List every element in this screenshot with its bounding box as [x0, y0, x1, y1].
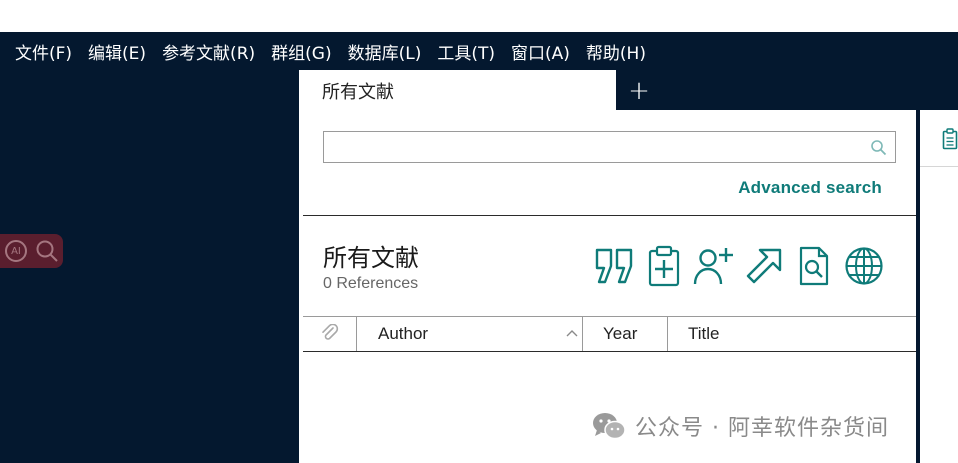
watermark: 公众号 · 阿幸软件杂货间: [591, 410, 889, 442]
search-icon[interactable]: [870, 139, 887, 156]
share-arrow-icon: [746, 248, 782, 284]
library-title: 所有文献: [323, 244, 419, 272]
menu-edit[interactable]: 编辑(E): [80, 39, 154, 64]
menu-references[interactable]: 参考文献(R): [154, 39, 263, 64]
column-title-label: Title: [688, 324, 720, 343]
ai-search-button[interactable]: AI: [0, 234, 63, 268]
share-library-button[interactable]: [692, 244, 736, 288]
column-author-label: Author: [378, 324, 429, 343]
new-reference-button[interactable]: [642, 244, 686, 288]
left-pane: AI: [0, 70, 299, 463]
column-year-label: Year: [603, 324, 638, 343]
insert-citation-button[interactable]: [592, 244, 636, 288]
reference-toolbar: [592, 244, 892, 288]
find-fulltext-button[interactable]: [792, 244, 836, 288]
wechat-icon: [593, 413, 626, 440]
menu-help[interactable]: 帮助(H): [578, 39, 654, 64]
online-search-button[interactable]: [842, 244, 886, 288]
paperclip-icon: [321, 324, 338, 340]
tab-strip: 所有文献 +: [299, 70, 958, 111]
tab-label: 所有文献: [322, 81, 394, 103]
search-icon: [36, 240, 58, 262]
menu-window[interactable]: 窗口(A): [503, 39, 578, 64]
globe-icon: [845, 247, 883, 285]
column-title[interactable]: Title: [668, 317, 916, 351]
column-attachment[interactable]: [303, 317, 357, 351]
menu-file[interactable]: 文件(F): [0, 39, 80, 64]
watermark-text: 公众号 · 阿幸软件杂货间: [635, 416, 889, 441]
menu-library[interactable]: 数据库(L): [340, 39, 430, 64]
clipboard-add-icon: [648, 245, 680, 287]
quote-icon: [595, 248, 633, 284]
search-field[interactable]: [323, 131, 896, 163]
reference-table-header: Author Year Title: [303, 316, 916, 352]
right-pane: [920, 110, 958, 463]
sort-ascending-icon: [566, 330, 578, 337]
column-year[interactable]: Year: [583, 317, 668, 351]
divider: [303, 215, 916, 216]
reference-count: 0 References: [323, 275, 419, 292]
clipboard-icon[interactable]: [942, 128, 958, 150]
export-button[interactable]: [742, 244, 786, 288]
menu-bar: 文件(F) 编辑(E) 参考文献(R) 群组(G) 数据库(L) 工具(T) 窗…: [0, 32, 958, 70]
menu-tools[interactable]: 工具(T): [429, 39, 503, 64]
column-author[interactable]: Author: [357, 317, 583, 351]
divider: [920, 166, 958, 167]
search-input[interactable]: [332, 133, 866, 163]
tab-all-references[interactable]: 所有文献: [299, 70, 616, 111]
add-user-icon: [693, 248, 733, 285]
advanced-search-link[interactable]: Advanced search: [738, 178, 882, 198]
document-search-icon: [799, 246, 829, 286]
ai-badge: AI: [5, 240, 27, 262]
menu-groups[interactable]: 群组(G): [263, 39, 339, 64]
add-tab-button[interactable]: +: [626, 78, 652, 104]
